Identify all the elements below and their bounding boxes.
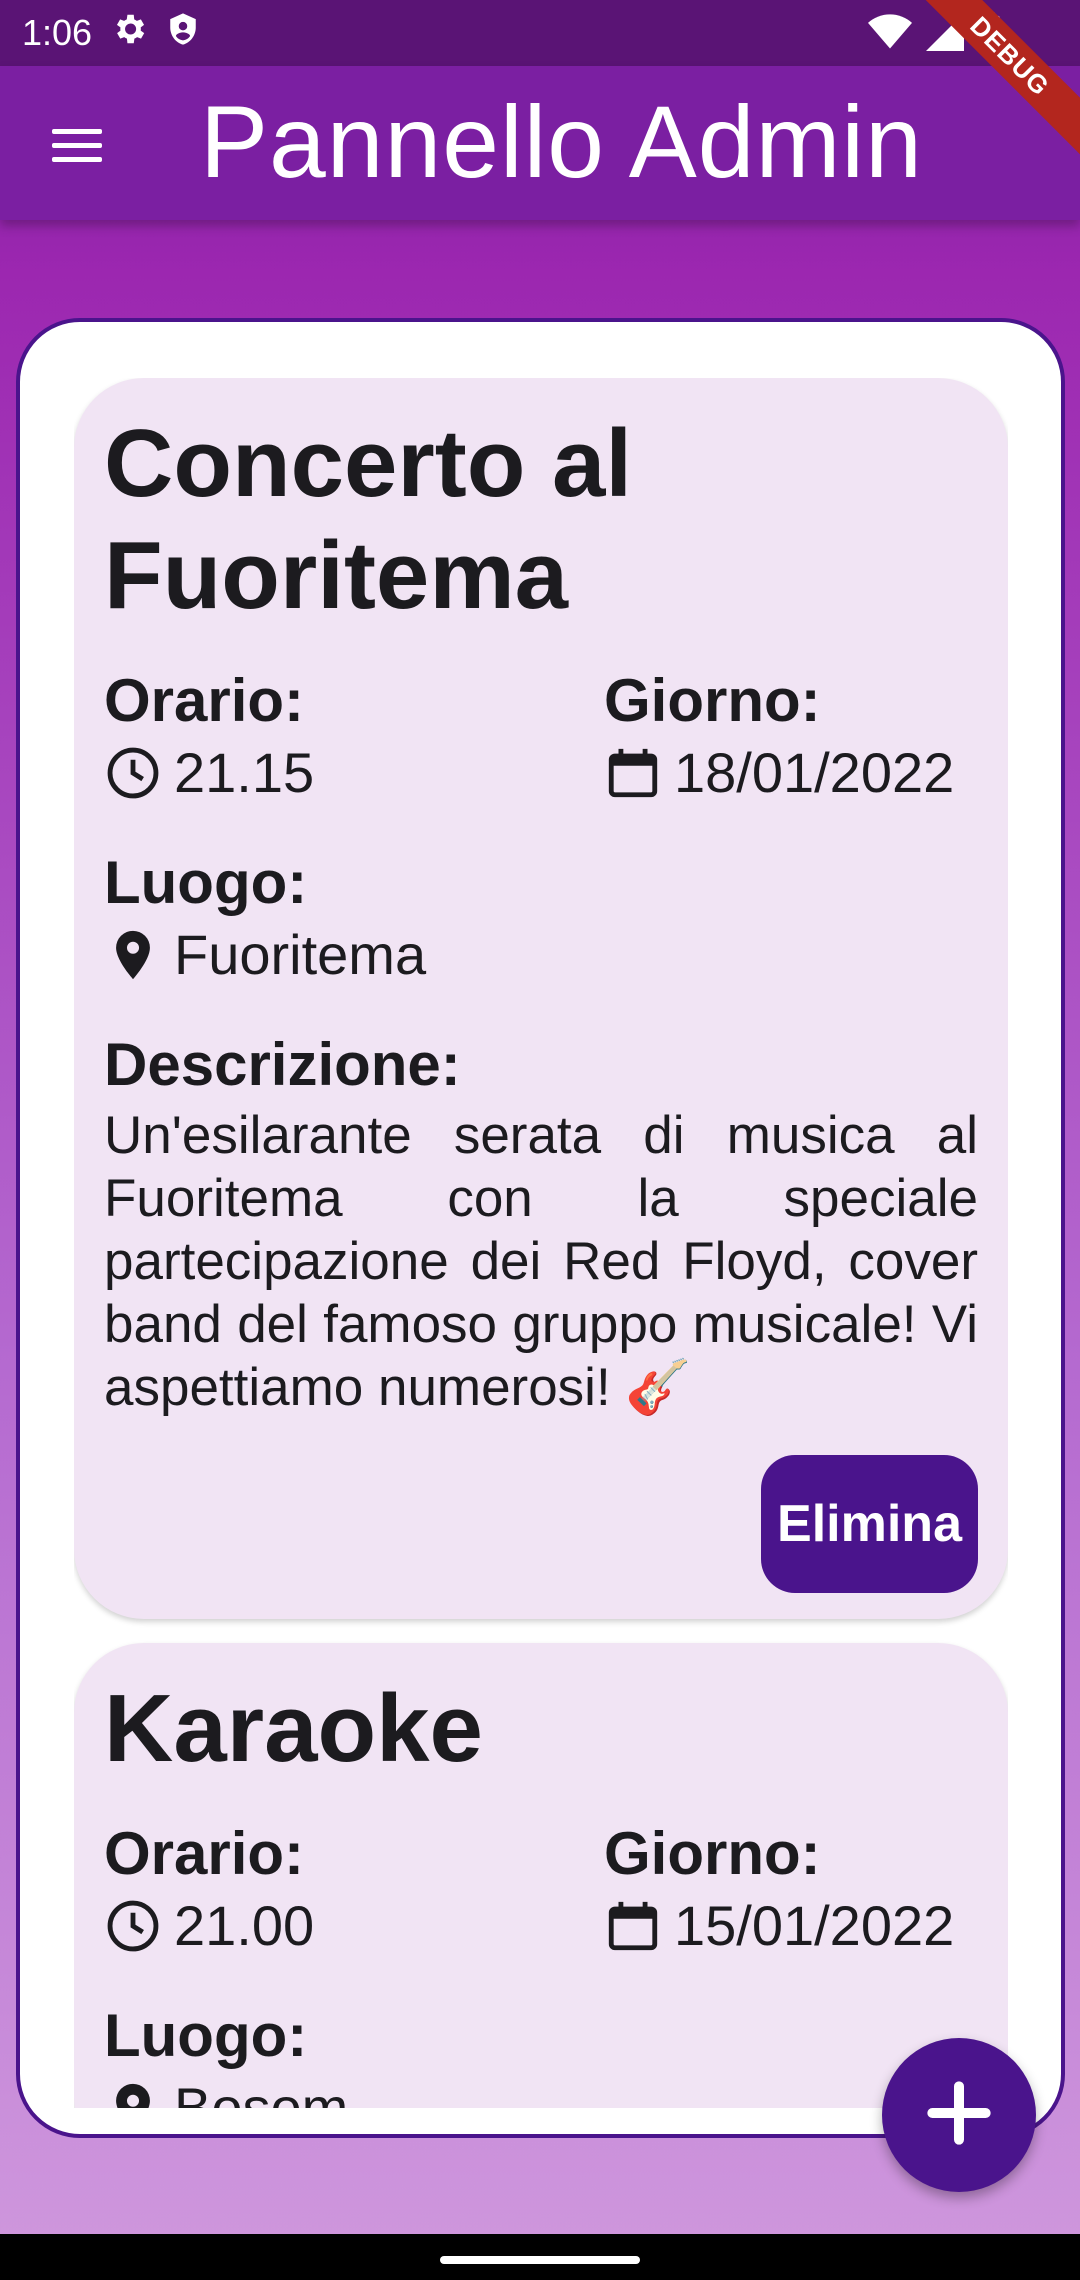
add-event-button[interactable]	[882, 2038, 1036, 2192]
event-title: Karaoke	[104, 1675, 483, 1782]
location-pin-icon	[104, 926, 162, 984]
add-icon	[919, 2073, 999, 2158]
event-description: Un'esilarante serata di musica al Fuorit…	[104, 1106, 978, 1417]
clock-icon	[104, 1897, 162, 1955]
clock-icon	[104, 744, 162, 802]
time-label: Orario:	[104, 667, 305, 734]
events-list[interactable]: Concerto al Fuoritema Orario: 21.15 Gior…	[74, 378, 1008, 2108]
time-label: Orario:	[104, 1820, 305, 1887]
place-label: Luogo:	[104, 2002, 308, 2069]
event-card: Karaoke Orario: 21.00 Giorno: 15/01/2022…	[74, 1643, 1008, 2108]
event-date: 18/01/2022	[673, 741, 955, 804]
status-bar: 1:06	[0, 0, 1080, 66]
delete-button[interactable]: Elimina	[761, 1455, 978, 1593]
event-card: Concerto al Fuoritema Orario: 21.15 Gior…	[74, 378, 1008, 1619]
page-title: Pannello Admin	[200, 85, 923, 199]
location-pin-icon	[104, 2079, 162, 2108]
event-date: 15/01/2022	[673, 1894, 955, 1957]
wifi-icon	[868, 13, 912, 60]
calendar-icon	[604, 744, 662, 802]
system-nav-bar	[0, 2234, 1080, 2280]
status-time: 1:06	[22, 12, 93, 53]
place-label: Luogo:	[104, 849, 308, 916]
date-label: Giorno:	[603, 667, 821, 734]
app-bar: Pannello Admin	[0, 66, 1080, 220]
event-place: Bosom	[174, 2076, 349, 2108]
date-label: Giorno:	[603, 1820, 821, 1887]
calendar-icon	[604, 1897, 662, 1955]
event-time: 21.00	[174, 1894, 315, 1957]
settings-icon	[110, 10, 148, 57]
events-panel: Concerto al Fuoritema Orario: 21.15 Gior…	[16, 318, 1065, 2138]
description-label: Descrizione:	[104, 1031, 461, 1098]
menu-icon[interactable]	[42, 110, 112, 180]
shield-icon	[166, 10, 200, 57]
event-title: Concerto al Fuoritema	[104, 410, 633, 629]
event-place: Fuoritema	[174, 923, 427, 986]
home-gesture-handle[interactable]	[440, 2256, 640, 2264]
event-time: 21.15	[174, 741, 315, 804]
